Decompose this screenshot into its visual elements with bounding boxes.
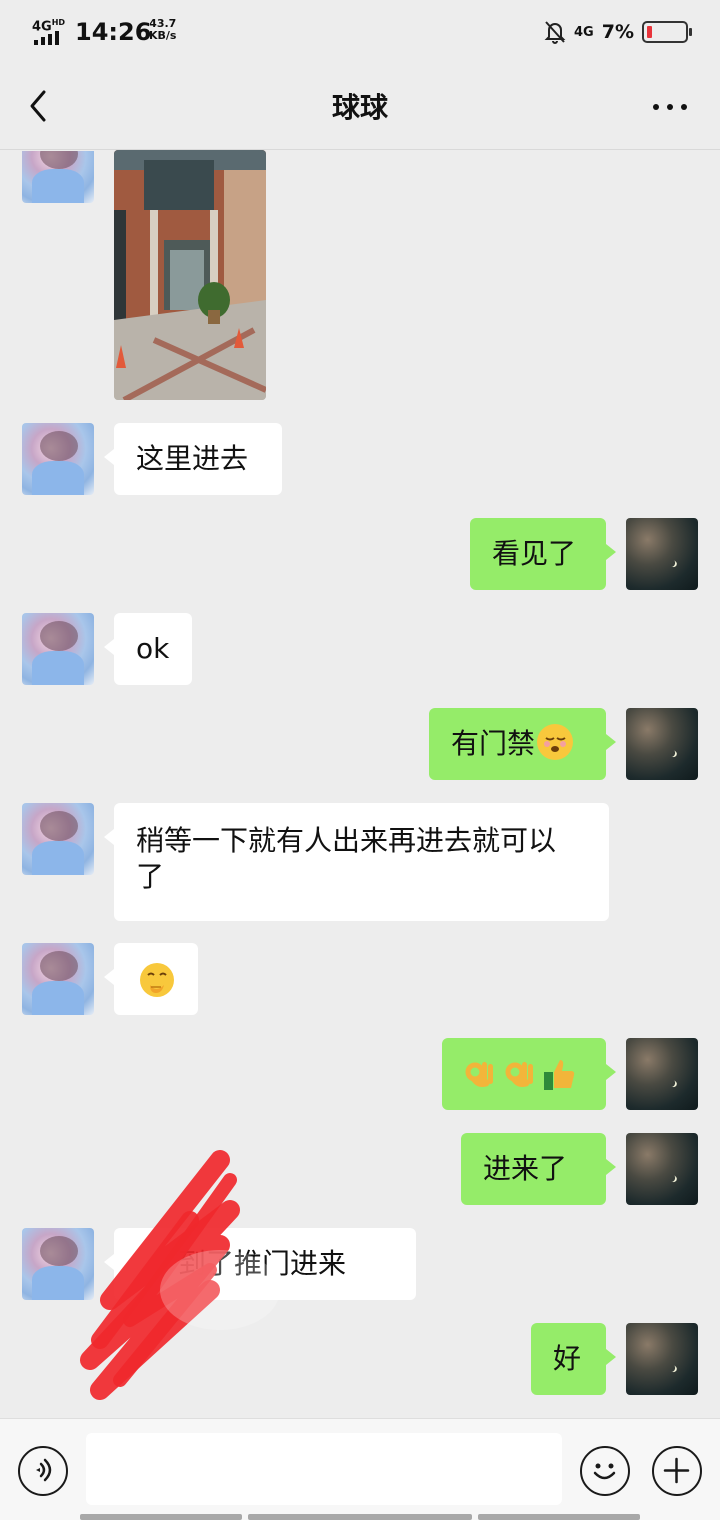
- battery-icon: [642, 21, 692, 43]
- message-bubble-incoming[interactable]: 到了推门进来: [104, 1228, 416, 1300]
- message-bubble-incoming[interactable]: 这里进去: [104, 423, 282, 495]
- message-text: 有门禁: [451, 727, 536, 760]
- emoji-icon: [593, 1463, 616, 1480]
- message-bubble-outgoing[interactable]: 好: [531, 1323, 616, 1395]
- network-speed: 43.7 KB/s: [149, 17, 177, 42]
- status-right: 4G 7%: [544, 20, 692, 44]
- status-time: 14:26: [75, 18, 152, 46]
- building-entrance-photo[interactable]: [114, 150, 266, 400]
- ok-hand-emoji: [465, 1062, 493, 1087]
- voice-icon: [36, 1458, 52, 1482]
- message-bubble-incoming[interactable]: [104, 943, 198, 1015]
- ok-hand-emoji: [505, 1062, 533, 1087]
- contact-avatar[interactable]: [22, 803, 94, 875]
- message-input[interactable]: [86, 1433, 562, 1505]
- my-avatar[interactable]: [626, 1323, 698, 1395]
- emoji-button[interactable]: [580, 1446, 630, 1496]
- my-avatar[interactable]: [626, 518, 698, 590]
- message-bubble-incoming[interactable]: ok: [104, 613, 192, 685]
- contact-avatar[interactable]: [22, 943, 94, 1015]
- nav-indicator: [478, 1514, 640, 1520]
- signal-icon: [34, 31, 59, 45]
- voice-button[interactable]: [18, 1446, 68, 1496]
- more-functions-button[interactable]: [652, 1446, 702, 1496]
- face-with-hand-over-mouth-emoji: [140, 963, 174, 997]
- more-icon[interactable]: [650, 94, 690, 120]
- my-avatar[interactable]: [626, 708, 698, 780]
- mobile-data-label: 4G: [574, 24, 594, 40]
- my-avatar[interactable]: [626, 1133, 698, 1205]
- my-avatar[interactable]: [626, 1038, 698, 1110]
- message-bubble-outgoing[interactable]: 有门禁: [429, 708, 616, 780]
- message-bubble-outgoing[interactable]: 看见了: [470, 518, 616, 590]
- photo-image: [114, 150, 266, 400]
- chat-title: 球球: [331, 91, 388, 124]
- message-bubble-outgoing[interactable]: [442, 1038, 616, 1110]
- contact-avatar[interactable]: [22, 1228, 94, 1300]
- thumbs-up-emoji: [544, 1060, 575, 1090]
- contact-avatar[interactable]: [22, 613, 94, 685]
- hushed-face-emoji: [537, 724, 574, 760]
- message-text-line: 稍等一下就有人出来再进去就可以: [136, 824, 557, 857]
- message-bubble-incoming[interactable]: 稍等一下就有人出来再进去就可以 了: [104, 803, 609, 921]
- message-text-line: 了: [136, 860, 165, 893]
- message-bubble-outgoing[interactable]: 进来了: [461, 1133, 616, 1205]
- input-bar: [0, 1418, 720, 1520]
- contact-avatar[interactable]: [22, 423, 94, 495]
- chat-header: 球球: [0, 64, 720, 150]
- status-bar: 4GHD 14:26 43.7 KB/s 4G 7%: [0, 0, 720, 64]
- battery-percent: 7%: [601, 21, 634, 43]
- nav-indicator: [248, 1514, 472, 1520]
- plus-icon: [663, 1457, 690, 1484]
- nav-indicator: [80, 1514, 242, 1520]
- mute-bell-icon: [544, 21, 566, 44]
